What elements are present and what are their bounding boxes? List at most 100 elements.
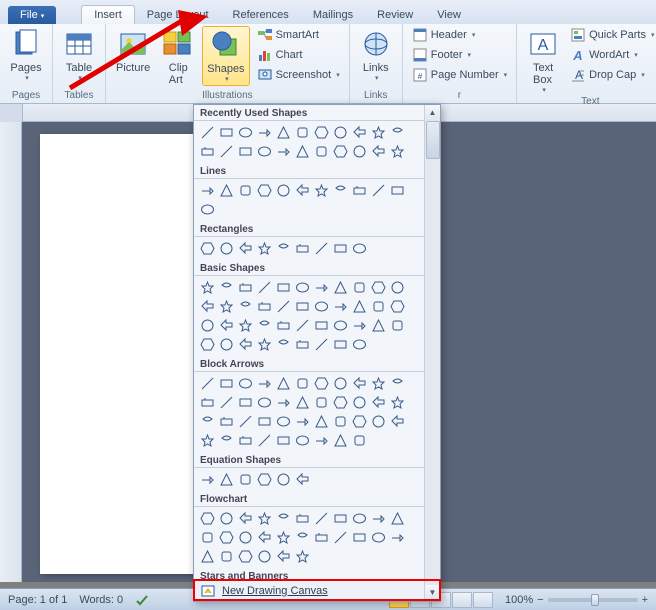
shape-item[interactable] xyxy=(312,528,331,547)
shape-item[interactable] xyxy=(312,431,331,450)
pages-button[interactable]: Pages xyxy=(6,26,46,84)
shape-item[interactable] xyxy=(198,142,217,161)
shape-item[interactable] xyxy=(255,297,274,316)
shape-item[interactable] xyxy=(293,393,312,412)
shape-item[interactable] xyxy=(369,374,388,393)
dropcap-button[interactable]: ADrop Cap xyxy=(567,66,656,84)
shape-item[interactable] xyxy=(255,547,274,566)
shape-item[interactable] xyxy=(198,200,217,219)
shape-item[interactable] xyxy=(274,470,293,489)
shape-item[interactable] xyxy=(293,316,312,335)
shape-item[interactable] xyxy=(350,239,369,258)
tab-hidden[interactable] xyxy=(56,18,81,24)
pagenum-button[interactable]: #Page Number xyxy=(409,66,510,84)
shape-item[interactable] xyxy=(293,123,312,142)
shape-item[interactable] xyxy=(274,509,293,528)
shape-item[interactable] xyxy=(331,374,350,393)
shape-item[interactable] xyxy=(293,335,312,354)
shape-item[interactable] xyxy=(274,547,293,566)
scroll-down-icon[interactable]: ▼ xyxy=(425,585,440,601)
scroll-thumb[interactable] xyxy=(426,121,440,159)
tab-review[interactable]: Review xyxy=(365,6,425,24)
shape-item[interactable] xyxy=(255,278,274,297)
view-outline[interactable] xyxy=(452,592,472,608)
tab-insert[interactable]: Insert xyxy=(81,5,135,24)
shape-item[interactable] xyxy=(217,335,236,354)
shape-item[interactable] xyxy=(198,335,217,354)
links-button[interactable]: Links xyxy=(356,26,396,84)
shape-item[interactable] xyxy=(274,316,293,335)
spellcheck-icon[interactable] xyxy=(135,593,149,607)
shape-item[interactable] xyxy=(350,335,369,354)
shape-item[interactable] xyxy=(255,412,274,431)
shape-item[interactable] xyxy=(331,181,350,200)
shape-item[interactable] xyxy=(236,393,255,412)
shape-item[interactable] xyxy=(236,278,255,297)
shape-item[interactable] xyxy=(217,470,236,489)
shape-item[interactable] xyxy=(274,297,293,316)
tab-references[interactable]: References xyxy=(221,6,301,24)
shape-item[interactable] xyxy=(312,297,331,316)
shape-item[interactable] xyxy=(198,297,217,316)
shape-item[interactable] xyxy=(331,528,350,547)
shape-item[interactable] xyxy=(312,181,331,200)
status-words[interactable]: Words: 0 xyxy=(79,594,123,606)
shape-item[interactable] xyxy=(350,181,369,200)
zoom-slider[interactable] xyxy=(548,598,638,602)
shape-item[interactable] xyxy=(369,316,388,335)
shape-item[interactable] xyxy=(350,316,369,335)
shape-item[interactable] xyxy=(350,509,369,528)
shape-item[interactable] xyxy=(388,123,407,142)
shape-item[interactable] xyxy=(217,412,236,431)
shape-item[interactable] xyxy=(217,123,236,142)
shape-item[interactable] xyxy=(350,393,369,412)
shape-item[interactable] xyxy=(388,393,407,412)
shape-item[interactable] xyxy=(388,181,407,200)
shape-item[interactable] xyxy=(198,123,217,142)
shape-item[interactable] xyxy=(293,297,312,316)
shape-item[interactable] xyxy=(255,431,274,450)
shape-item[interactable] xyxy=(293,278,312,297)
table-button[interactable]: Table xyxy=(59,26,99,84)
picture-button[interactable]: Picture xyxy=(112,26,154,76)
shape-item[interactable] xyxy=(198,181,217,200)
shape-item[interactable] xyxy=(198,278,217,297)
shape-item[interactable] xyxy=(293,547,312,566)
shapes-scrollbar[interactable]: ▲ ▼ xyxy=(424,105,440,601)
quickparts-button[interactable]: Quick Parts xyxy=(567,26,656,44)
wordart-button[interactable]: AWordArt xyxy=(567,46,656,64)
shape-item[interactable] xyxy=(369,297,388,316)
shape-item[interactable] xyxy=(388,278,407,297)
shape-item[interactable] xyxy=(369,123,388,142)
shape-item[interactable] xyxy=(312,142,331,161)
shape-item[interactable] xyxy=(255,393,274,412)
new-drawing-canvas-button[interactable]: New Drawing Canvas xyxy=(194,579,440,601)
shape-item[interactable] xyxy=(312,316,331,335)
shape-item[interactable] xyxy=(255,528,274,547)
tab-pagelayout[interactable]: Page Layout xyxy=(135,6,221,24)
shape-item[interactable] xyxy=(255,374,274,393)
shape-item[interactable] xyxy=(236,239,255,258)
shape-item[interactable] xyxy=(236,509,255,528)
shape-item[interactable] xyxy=(293,431,312,450)
zoom-level[interactable]: 100% xyxy=(505,594,533,606)
shape-item[interactable] xyxy=(255,316,274,335)
shape-item[interactable] xyxy=(217,509,236,528)
shape-item[interactable] xyxy=(255,142,274,161)
shape-item[interactable] xyxy=(217,297,236,316)
zoom-in-button[interactable]: + xyxy=(642,594,648,606)
shape-item[interactable] xyxy=(236,297,255,316)
shape-item[interactable] xyxy=(312,509,331,528)
shape-item[interactable] xyxy=(388,412,407,431)
shape-item[interactable] xyxy=(293,142,312,161)
shape-item[interactable] xyxy=(198,509,217,528)
view-draft[interactable] xyxy=(473,592,493,608)
shape-item[interactable] xyxy=(388,509,407,528)
shape-item[interactable] xyxy=(217,393,236,412)
shape-item[interactable] xyxy=(388,316,407,335)
shape-item[interactable] xyxy=(369,393,388,412)
shape-item[interactable] xyxy=(198,470,217,489)
header-button[interactable]: Header xyxy=(409,26,510,44)
smartart-button[interactable]: SmartArt xyxy=(254,26,343,44)
shape-item[interactable] xyxy=(217,278,236,297)
